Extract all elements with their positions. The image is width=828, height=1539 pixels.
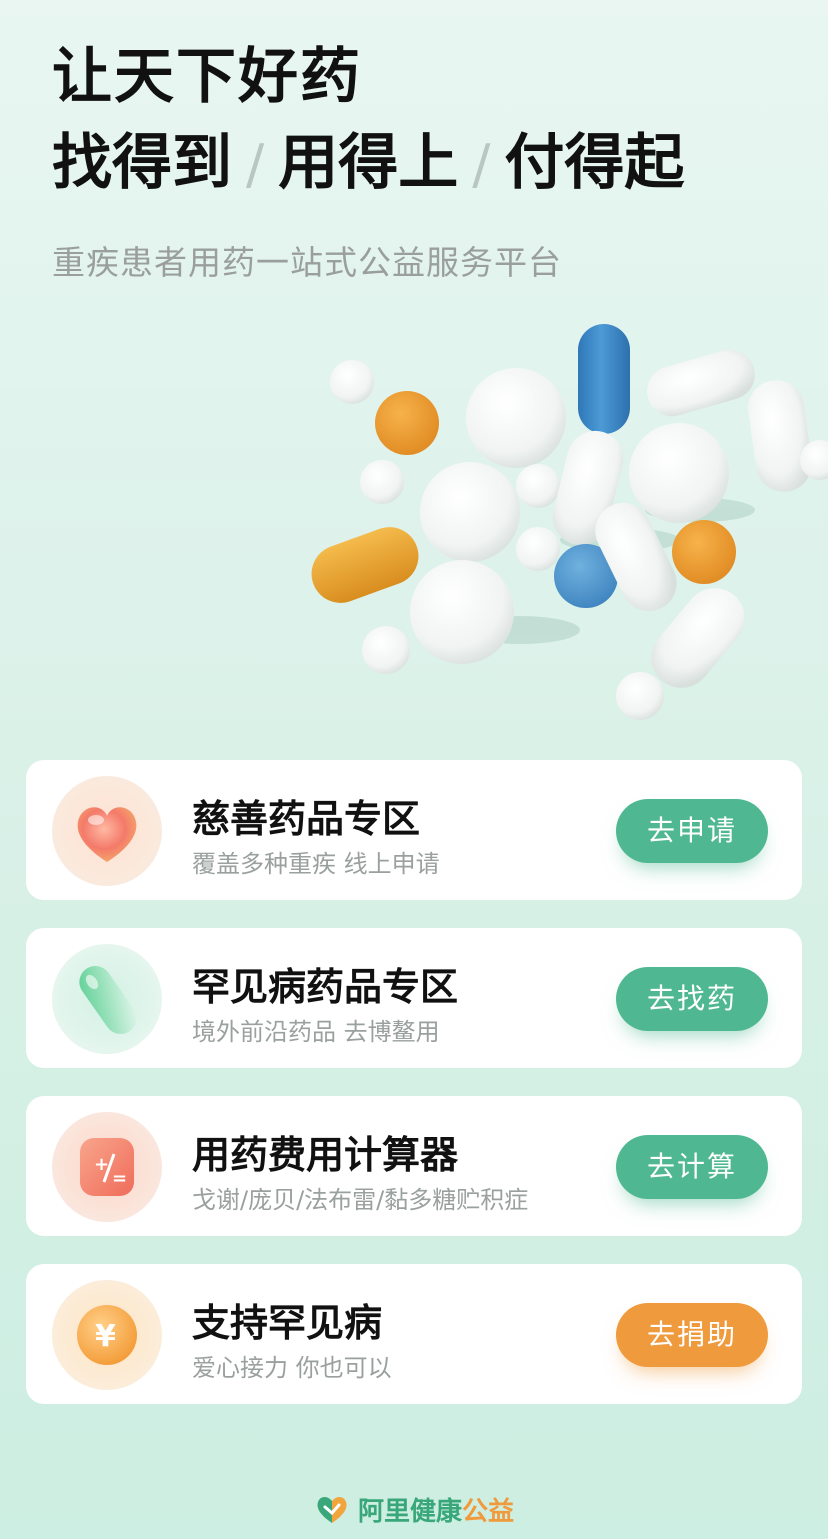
calculate-button[interactable]: 去计算: [616, 1135, 768, 1199]
svg-text:=: =: [112, 1168, 127, 1189]
card-support-rare-disease[interactable]: ¥ 支持罕见病 爱心接力 你也可以 去捐助: [26, 1264, 802, 1404]
brand-name: 阿里健康: [357, 1496, 462, 1527]
card-description: 境外前沿药品 去博鳌用: [192, 1018, 440, 1046]
find-drug-button[interactable]: 去找药: [616, 967, 768, 1031]
card-rare-disease-drugs[interactable]: 罕见病药品专区 境外前沿药品 去博鳌用 去找药: [26, 928, 802, 1068]
card-charity-drugs[interactable]: 慈善药品专区 覆盖多种重疾 线上申请 去申请: [26, 760, 802, 900]
donate-button[interactable]: 去捐助: [616, 1303, 768, 1367]
hero-banner: 让天下好药 找得到 / 用得上 / 付得起 重疾患者用药一站式公益服务平台: [0, 0, 828, 740]
slogan-use: 用得上: [278, 128, 459, 198]
card-title: 罕见病药品专区: [192, 965, 459, 1009]
slogan-separator: /: [246, 133, 265, 196]
hero-title-line1: 让天下好药: [52, 42, 362, 112]
footer-brand: 阿里健康 公益: [0, 1484, 828, 1534]
ali-health-logo-icon: [317, 1496, 347, 1523]
card-title: 用药费用计算器: [192, 1133, 459, 1177]
yuan-coin-icon: ¥: [52, 1280, 162, 1390]
slogan-find: 找得到: [52, 128, 232, 198]
capsule-icon: [52, 944, 162, 1054]
slogan-afford: 付得起: [504, 128, 685, 198]
slogan-separator: /: [472, 133, 491, 196]
hero-title-line2: 找得到 / 用得上 / 付得起: [52, 114, 684, 201]
card-title: 支持罕见病: [192, 1301, 383, 1345]
card-drug-cost-calculator[interactable]: + = 用药费用计算器 戈谢/庞贝/法布雷/黏多糖贮积症 去计算: [26, 1096, 802, 1236]
calculator-icon: + =: [52, 1112, 162, 1222]
svg-text:¥: ¥: [95, 1319, 116, 1354]
card-title: 慈善药品专区: [192, 797, 421, 841]
brand-suffix: 公益: [462, 1496, 515, 1527]
pills-illustration: [311, 324, 828, 720]
card-description: 覆盖多种重疾 线上申请: [192, 850, 440, 878]
heart-icon: [52, 776, 162, 886]
apply-button[interactable]: 去申请: [616, 799, 768, 863]
card-description: 戈谢/庞贝/法布雷/黏多糖贮积症: [192, 1186, 529, 1214]
card-description: 爱心接力 你也可以: [192, 1354, 392, 1382]
hero-subtitle: 重疾患者用药一站式公益服务平台: [52, 243, 562, 282]
